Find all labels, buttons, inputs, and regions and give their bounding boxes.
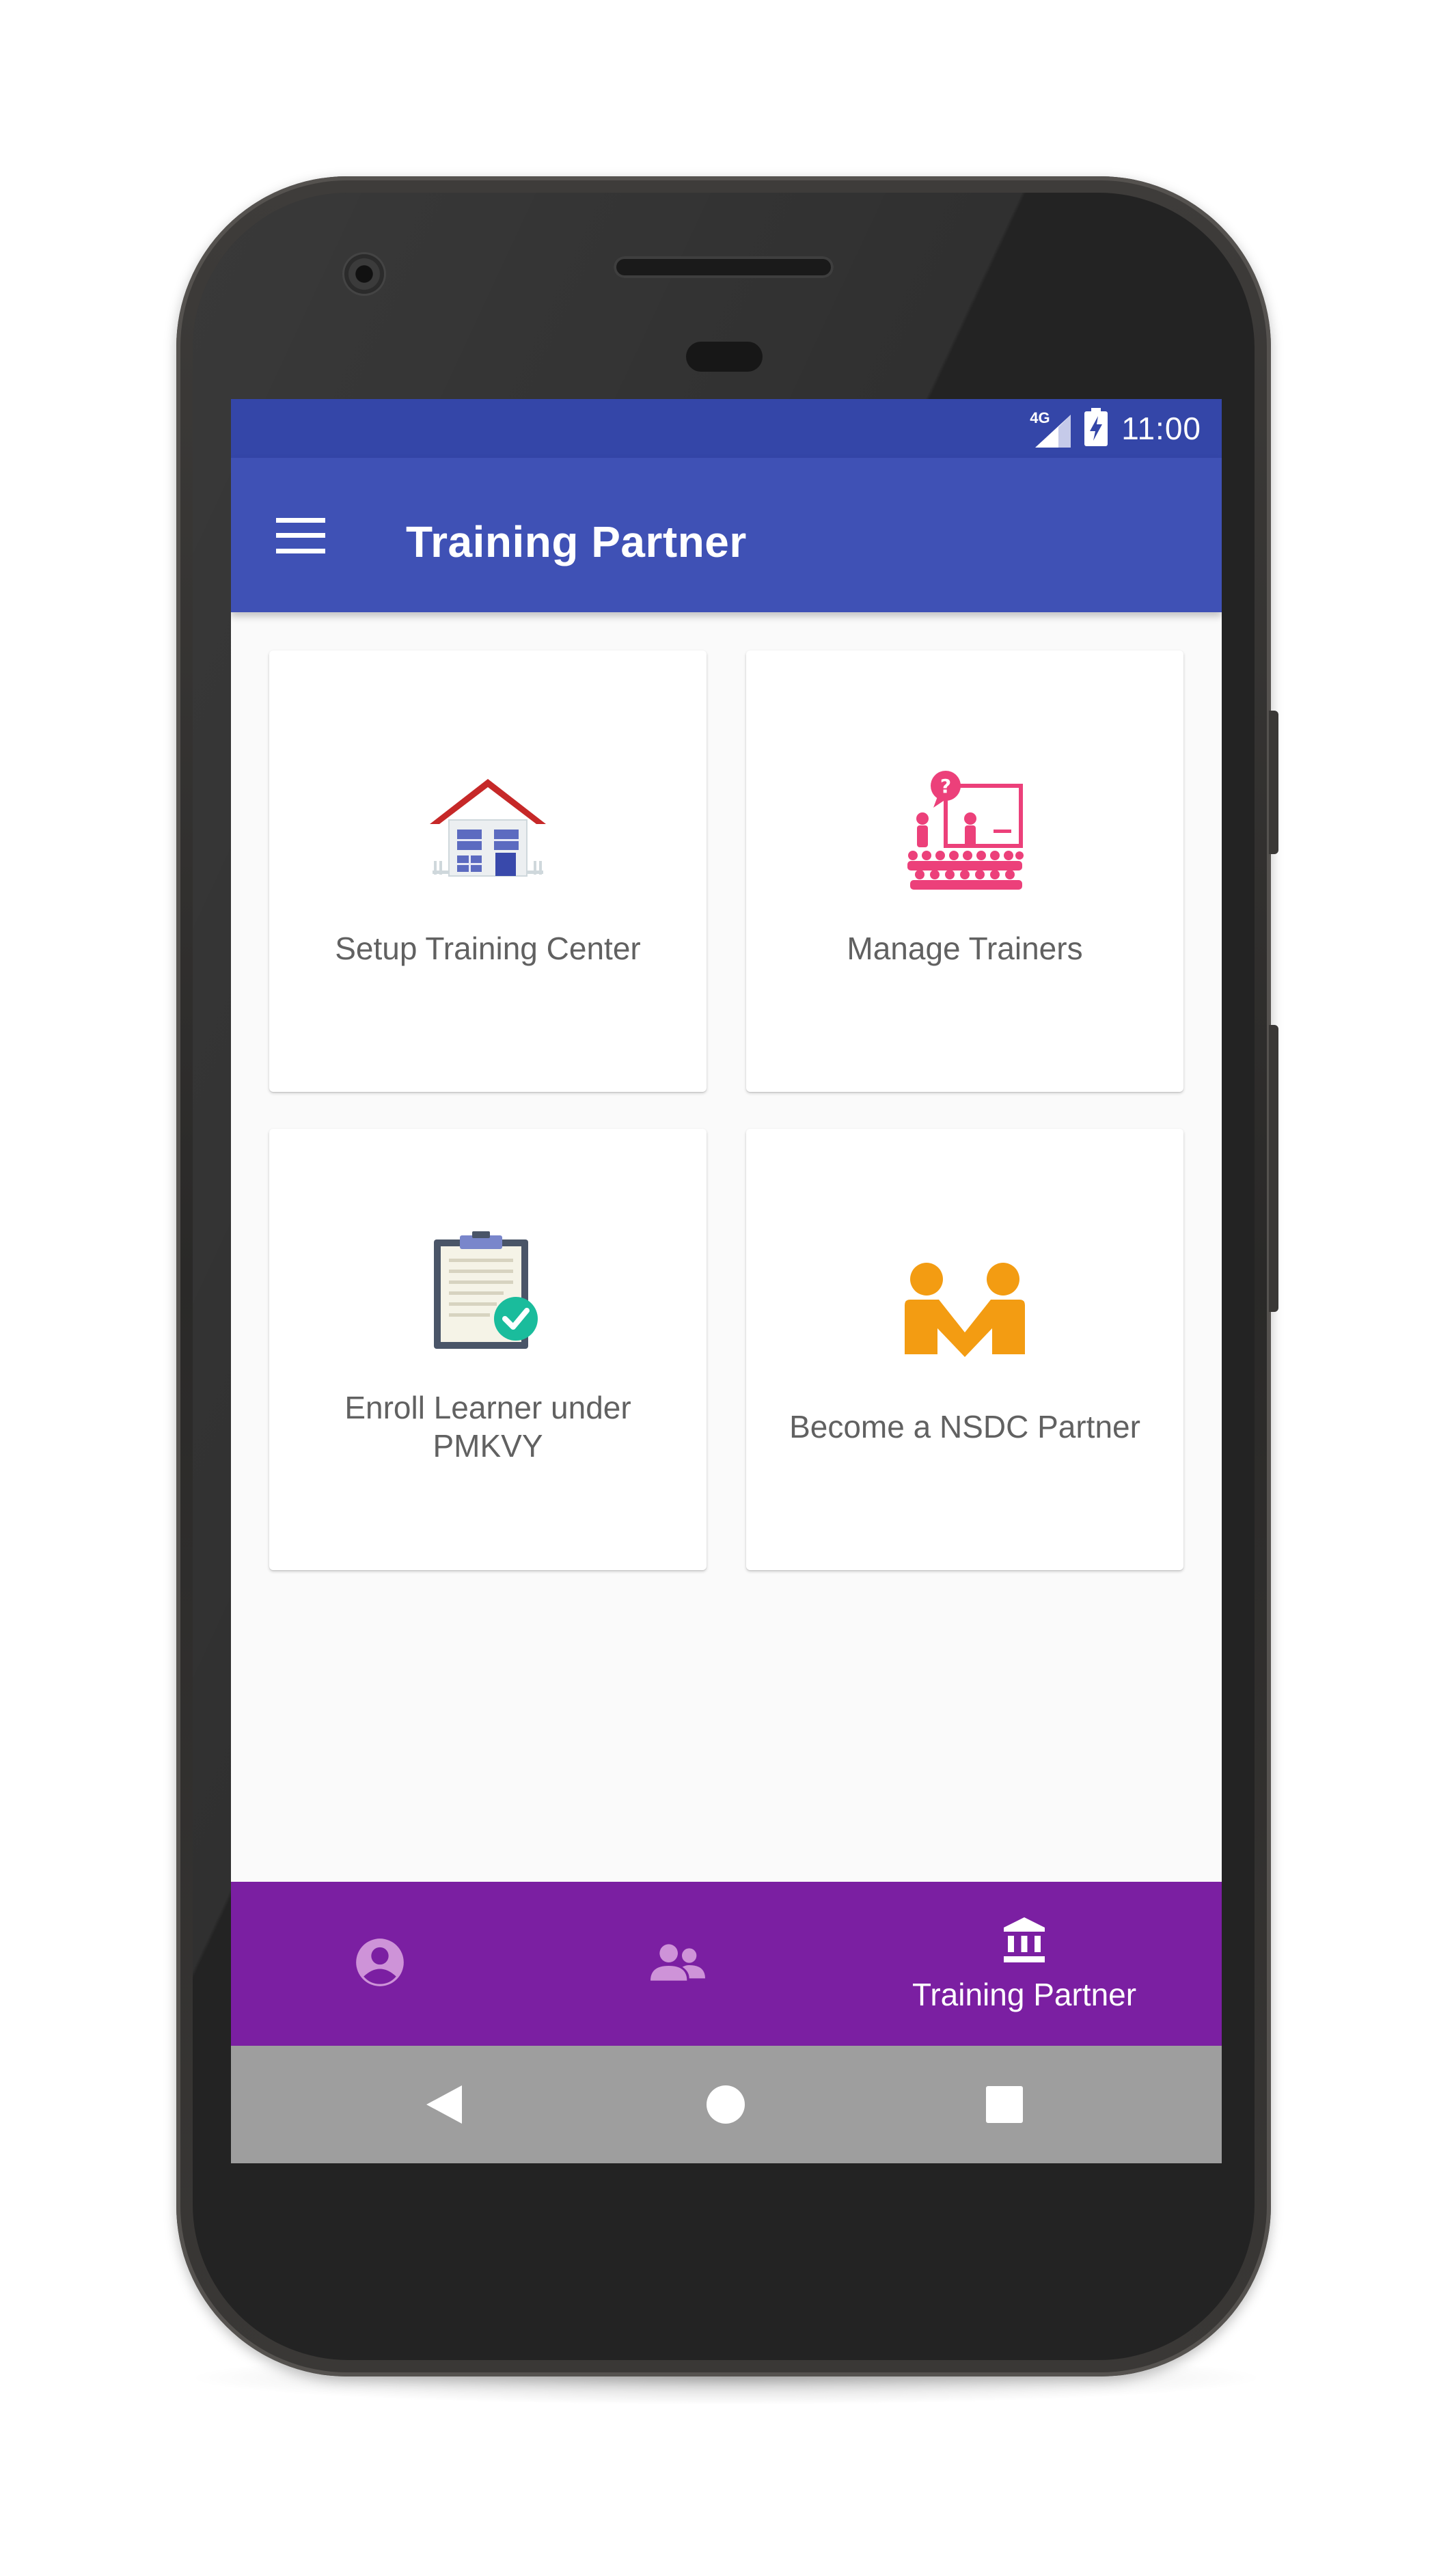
card-label: Setup Training Center [335, 931, 641, 966]
nav-item-people[interactable] [529, 1882, 827, 2046]
bottom-navigation: Training Partner [231, 1882, 1222, 2046]
card-label: Manage Trainers [847, 931, 1083, 966]
status-icons: 4G 11:00 [1030, 399, 1201, 458]
clipboard-check-icon [269, 1231, 707, 1352]
recents-square-icon[interactable] [984, 2084, 1025, 2125]
card-label: Enroll Learner under PMKVY [344, 1390, 631, 1464]
handshake-people-icon [746, 1263, 1183, 1358]
card-label: Become a NSDC Partner [789, 1409, 1140, 1444]
power-button [1269, 711, 1278, 854]
system-navigation-bar [231, 2046, 1222, 2163]
svg-text:?: ? [940, 775, 951, 797]
proximity-sensor [686, 342, 763, 372]
home-circle-icon[interactable] [705, 2084, 746, 2125]
status-time: 11:00 [1121, 411, 1201, 446]
card-manage-trainers[interactable]: ? Manage Trainers [746, 650, 1183, 1092]
card-setup-training-center[interactable]: Setup Training Center [269, 650, 707, 1092]
app-bar: Training Partner [231, 458, 1222, 612]
nav-item-training-partner[interactable]: Training Partner [827, 1882, 1222, 2046]
front-camera [344, 254, 384, 294]
action-grid: Setup Training Center ? Manage Trainers … [231, 612, 1222, 1815]
hamburger-menu-icon[interactable] [272, 507, 329, 564]
status-bar: 4G 11:00 [231, 399, 1222, 458]
battery-charging-icon [1084, 407, 1108, 450]
institution-icon [1000, 1915, 1049, 1968]
earpiece-speaker [614, 256, 834, 278]
volume-button [1269, 1025, 1278, 1312]
back-triangle-icon[interactable] [424, 2084, 465, 2125]
classroom-icon: ? [746, 771, 1183, 891]
card-enroll-learner[interactable]: Enroll Learner under PMKVY [269, 1129, 707, 1570]
nav-label-training-partner: Training Partner [912, 1976, 1137, 2012]
app-screen: 4G 11:00 Training Partner Setup Training… [231, 399, 1222, 2163]
account-circle-icon [354, 1936, 406, 1992]
card-become-nsdc-partner[interactable]: Become a NSDC Partner [746, 1129, 1183, 1570]
house-icon [269, 775, 707, 886]
people-icon [650, 1942, 705, 1986]
stage: 4G 11:00 Training Partner Setup Training… [0, 0, 1452, 2576]
page-title: Training Partner [406, 517, 747, 566]
signal-4g-icon: 4G [1030, 409, 1071, 448]
nav-item-profile[interactable] [231, 1882, 529, 2046]
